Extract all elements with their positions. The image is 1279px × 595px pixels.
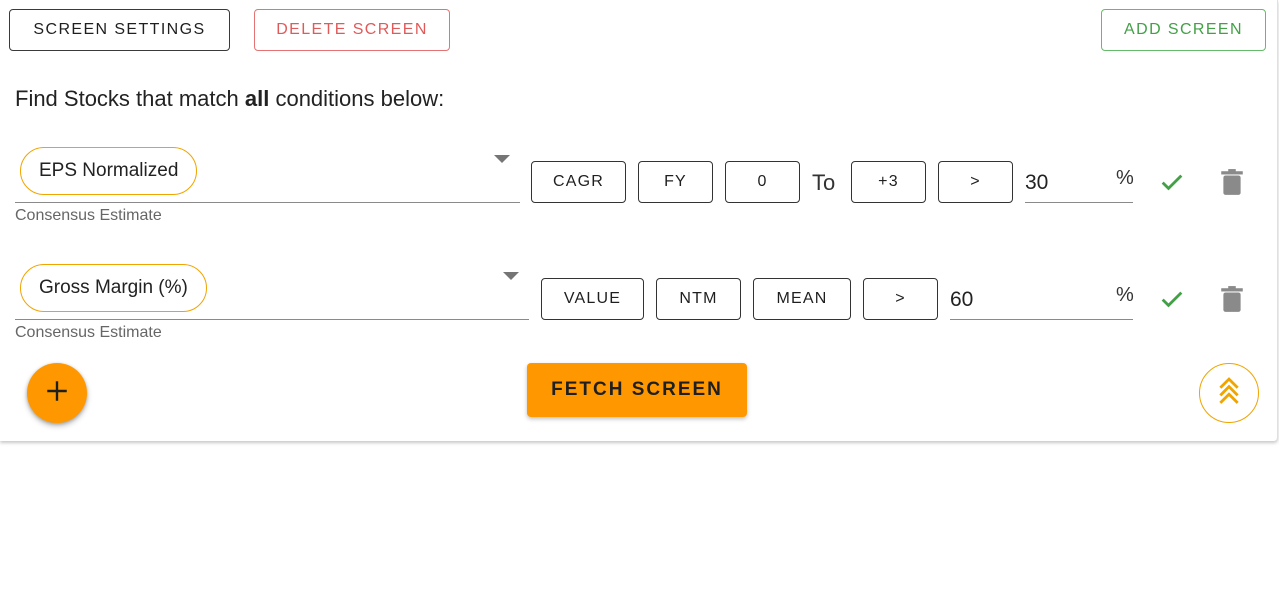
range-start-button[interactable]: 0 (725, 161, 800, 203)
operator-button[interactable]: > (863, 278, 938, 320)
fetch-screen-button[interactable]: FETCH SCREEN (527, 363, 747, 417)
dropdown-caret-icon[interactable] (494, 155, 510, 163)
conditions-heading: Find Stocks that match all conditions be… (15, 86, 444, 112)
delete-screen-button[interactable]: DELETE SCREEN (254, 9, 450, 51)
heading-suffix: conditions below: (269, 86, 445, 111)
metric-select-chip[interactable]: EPS Normalized (20, 147, 198, 195)
add-condition-button[interactable] (27, 363, 87, 423)
trash-icon[interactable] (1218, 167, 1246, 197)
metric-helper-text: Consensus Estimate (15, 207, 162, 224)
scroll-top-button[interactable] (1199, 363, 1259, 423)
check-icon[interactable] (1157, 167, 1187, 197)
dropdown-caret-icon[interactable] (503, 272, 519, 280)
method-button[interactable]: VALUE (541, 278, 644, 320)
threshold-input[interactable] (950, 280, 1133, 320)
percent-unit: % (1116, 167, 1134, 189)
aggregation-button[interactable]: MEAN (753, 278, 851, 320)
period-button[interactable]: NTM (656, 278, 741, 320)
add-screen-button[interactable]: ADD SCREEN (1101, 9, 1266, 51)
metric-select-underline (15, 319, 529, 320)
metric-helper-text: Consensus Estimate (15, 324, 162, 341)
range-end-button[interactable]: +3 (851, 161, 926, 203)
metric-select-underline (15, 202, 520, 203)
heading-prefix: Find Stocks that match (15, 86, 245, 111)
heading-emphasis: all (244, 86, 270, 111)
double-chevron-up-icon (1216, 374, 1242, 413)
percent-unit: % (1116, 284, 1134, 306)
screen-settings-button[interactable]: SCREEN SETTINGS (9, 9, 230, 51)
period-button[interactable]: FY (638, 161, 713, 203)
trash-icon[interactable] (1218, 284, 1246, 314)
plus-icon (44, 378, 70, 409)
check-icon[interactable] (1157, 284, 1187, 314)
operator-button[interactable]: > (938, 161, 1013, 203)
method-button[interactable]: CAGR (531, 161, 626, 203)
metric-select-chip[interactable]: Gross Margin (%) (20, 264, 207, 312)
to-label: To (812, 170, 836, 195)
screen-card: SCREEN SETTINGS DELETE SCREEN ADD SCREEN… (0, 0, 1278, 441)
